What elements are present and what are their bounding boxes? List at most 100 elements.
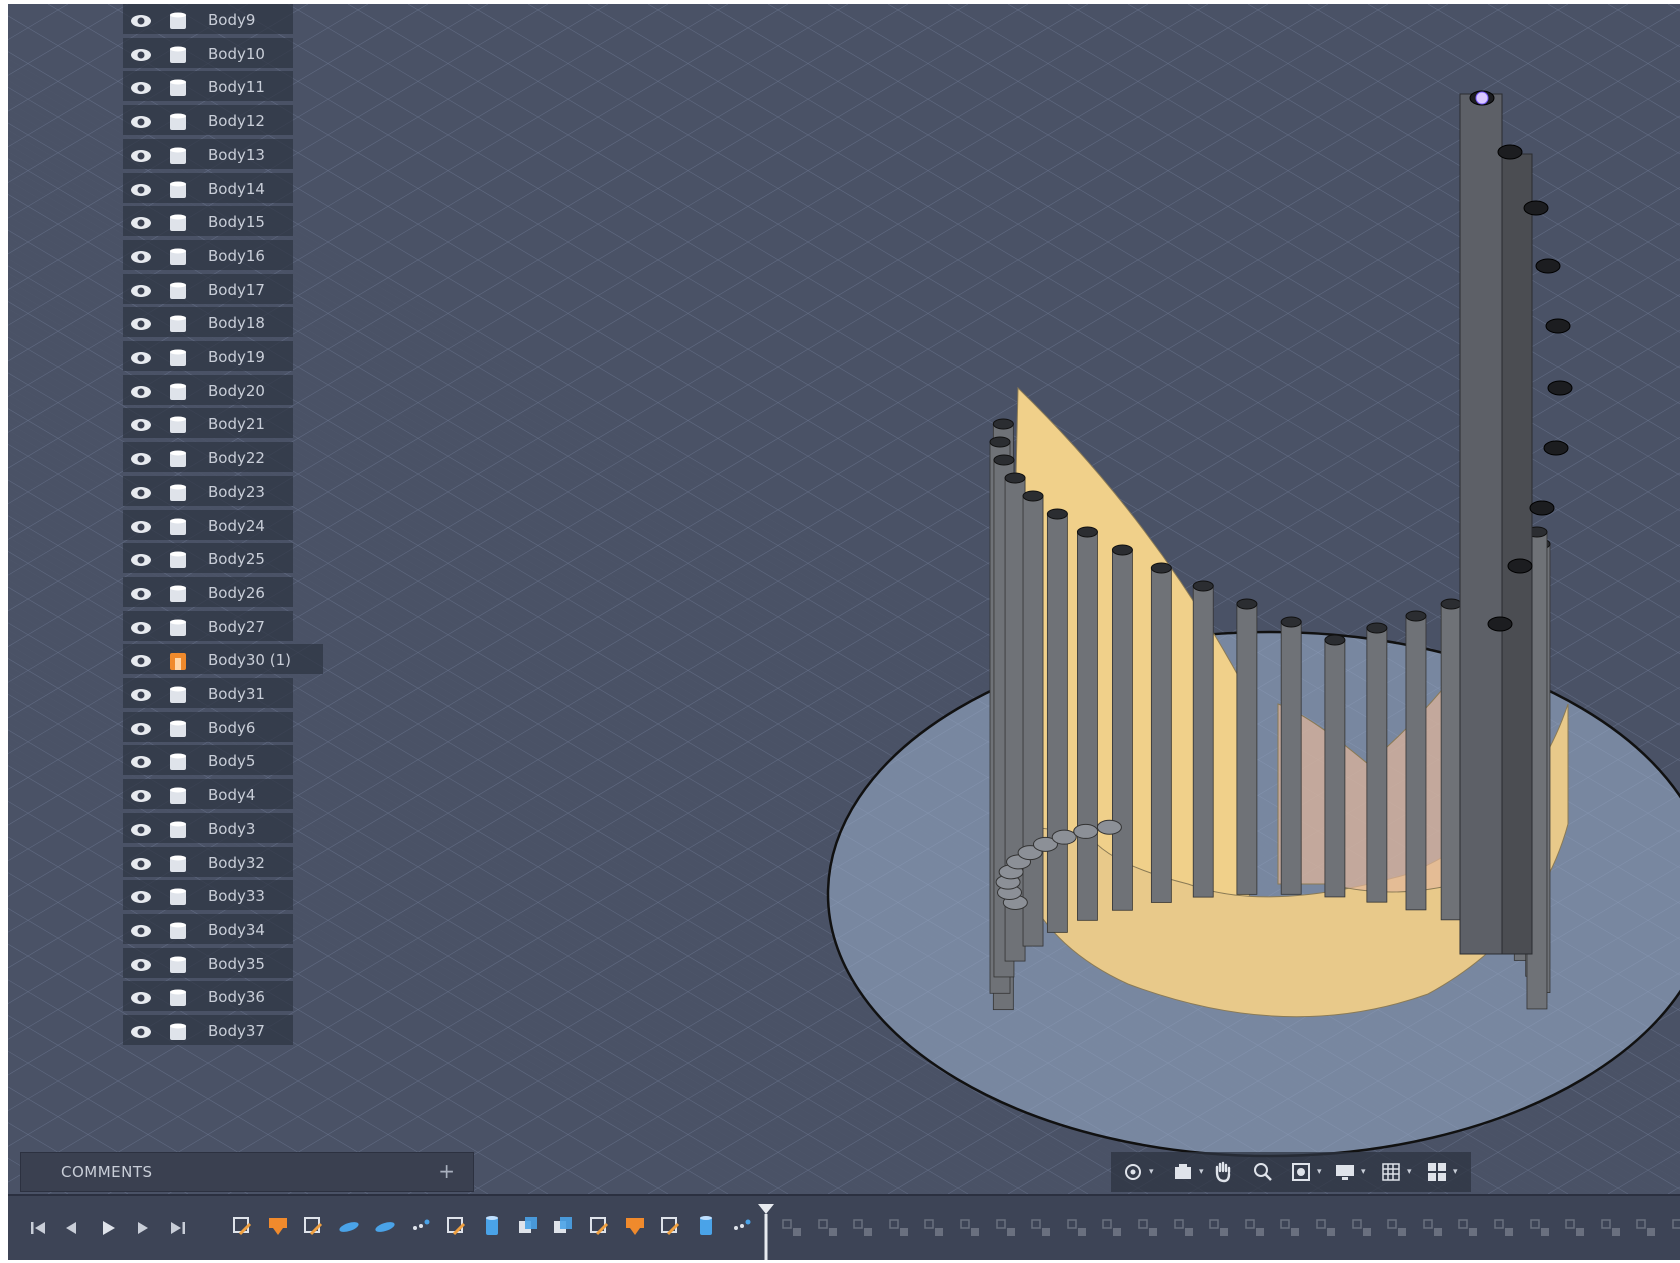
browser-body-row[interactable]: Body35 [123,947,293,978]
browser-body-row[interactable]: Body23 [123,475,293,506]
timeline-suppressed-feature[interactable] [1350,1216,1376,1240]
eye-icon[interactable] [129,515,151,535]
grid-icon[interactable] [1379,1160,1403,1184]
browser-body-row[interactable]: Body5 [123,745,293,776]
timeline-suppressed-feature[interactable] [958,1216,984,1240]
browser-body-row[interactable]: Body12 [123,105,293,136]
browser-body-row[interactable]: Body6 [123,711,293,742]
timeline-suppressed-feature[interactable] [887,1216,913,1240]
timeline-suppressed-feature[interactable] [922,1216,948,1240]
eye-icon[interactable] [129,548,151,568]
eye-icon[interactable] [129,481,151,501]
timeline-suppressed-feature[interactable] [1528,1216,1554,1240]
browser-body-row[interactable]: Body21 [123,408,293,439]
browser-body-row[interactable]: Body34 [123,913,293,944]
timeline-suppressed-feature[interactable] [994,1216,1020,1240]
timeline-feature-sketch-icon[interactable] [230,1214,258,1242]
timeline-marker[interactable] [757,1202,775,1260]
browser-body-row[interactable]: Body37 [123,1015,293,1045]
eye-icon[interactable] [129,346,151,366]
zoom-icon[interactable] [1251,1160,1275,1184]
eye-icon[interactable] [129,380,151,400]
timeline-suppressed-feature[interactable] [1563,1216,1589,1240]
helical-stair-model[interactable] [826,90,1680,1158]
browser-body-row[interactable]: Body15 [123,206,293,237]
timeline-feature-body-orange-icon[interactable] [623,1214,651,1242]
chevron-down-icon[interactable]: ▾ [1317,1167,1322,1177]
step-back-icon[interactable] [60,1216,84,1240]
viewports-icon[interactable] [1425,1160,1449,1184]
skip-to-end-icon[interactable] [166,1216,190,1240]
timeline-suppressed-feature[interactable] [1207,1216,1233,1240]
browser-body-row[interactable]: Body19 [123,341,293,371]
chevron-down-icon[interactable]: ▾ [1453,1167,1458,1177]
eye-icon[interactable] [129,818,151,838]
comments-panel[interactable]: COMMENTS + [20,1152,474,1192]
look-at-icon[interactable] [1171,1160,1195,1184]
eye-icon[interactable] [129,144,151,164]
fit-icon[interactable] [1289,1160,1313,1184]
browser-body-row[interactable]: Body4 [123,779,293,810]
eye-icon[interactable] [129,1020,151,1040]
browser-body-row[interactable]: Body17 [123,273,293,304]
skip-to-start-icon[interactable] [26,1216,50,1240]
timeline-suppressed-feature[interactable] [1456,1216,1482,1240]
timeline-suppressed-feature[interactable] [1100,1216,1126,1240]
pan-icon[interactable] [1211,1160,1235,1184]
timeline-suppressed-feature[interactable] [1065,1216,1091,1240]
timeline-feature-plane-icon[interactable] [337,1214,365,1242]
display-settings-icon[interactable] [1333,1160,1357,1184]
timeline-feature-point-icon[interactable] [409,1214,437,1242]
step-forward-icon[interactable] [130,1216,154,1240]
browser-body-row[interactable]: Body20 [123,374,293,405]
browser-body-row[interactable]: Body31 [123,678,293,708]
chevron-down-icon[interactable]: ▾ [1361,1167,1366,1177]
eye-icon[interactable] [129,784,151,804]
timeline-feature-plane-icon[interactable] [373,1214,401,1242]
browser-body-row[interactable]: Body24 [123,509,293,540]
timeline-suppressed-feature[interactable] [1314,1216,1340,1240]
eye-icon[interactable] [129,649,151,669]
chevron-down-icon[interactable]: ▾ [1407,1167,1412,1177]
eye-icon[interactable] [129,178,151,198]
timeline-suppressed-feature[interactable] [1599,1216,1625,1240]
chevron-down-icon[interactable]: ▾ [1199,1167,1204,1177]
timeline-suppressed-feature[interactable] [1421,1216,1447,1240]
center-column[interactable] [1459,93,1503,955]
browser-body-row[interactable]: Body3 [123,812,293,843]
spine-top-point[interactable] [1475,91,1489,105]
timeline-suppressed-feature[interactable] [816,1216,842,1240]
eye-icon[interactable] [129,582,151,602]
eye-icon[interactable] [129,9,151,29]
browser-body-row[interactable]: Body18 [123,307,293,338]
eye-icon[interactable] [129,413,151,433]
eye-icon[interactable] [129,852,151,872]
browser-body-row[interactable]: Body32 [123,846,293,877]
browser-body-row[interactable]: Body9 [123,4,293,34]
eye-icon[interactable] [129,717,151,737]
browser-body-row[interactable]: Body14 [123,172,293,203]
timeline-suppressed-feature[interactable] [1634,1216,1660,1240]
plus-icon[interactable]: + [438,1159,455,1183]
browser-body-row[interactable]: Body26 [123,576,293,607]
browser-body-row[interactable]: Body11 [123,71,293,102]
timeline-feature-sketch-icon[interactable] [658,1214,686,1242]
browser-body-row[interactable]: Body10 [123,37,293,68]
eye-icon[interactable] [129,110,151,130]
eye-icon[interactable] [129,76,151,96]
browser-body-row[interactable]: Body25 [123,543,293,574]
eye-icon[interactable] [129,447,151,467]
browser-body-row[interactable]: Body33 [123,880,293,911]
browser-body-row[interactable]: Body16 [123,239,293,270]
eye-icon[interactable] [129,43,151,63]
eye-icon[interactable] [129,885,151,905]
timeline-suppressed-feature[interactable] [1385,1216,1411,1240]
timeline-feature-sketch-icon[interactable] [444,1214,472,1242]
timeline-feature-point-icon[interactable] [730,1214,758,1242]
timeline-feature-sketch-icon[interactable] [301,1214,329,1242]
eye-icon[interactable] [129,279,151,299]
eye-icon[interactable] [129,683,151,703]
eye-icon[interactable] [129,986,151,1006]
browser-body-row[interactable]: Body27 [123,610,293,641]
browser-body-row[interactable]: Body22 [123,442,293,473]
